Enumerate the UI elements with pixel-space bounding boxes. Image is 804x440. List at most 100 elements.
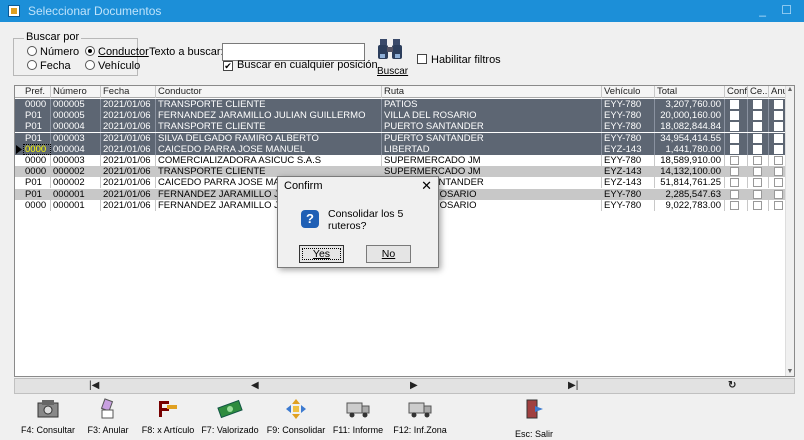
row-checkbox[interactable] (730, 144, 739, 154)
cell-conductor: CAICEDO PARRA JOSE MANUEL (156, 143, 382, 155)
salir-button[interactable]: Esc: Salir (504, 396, 564, 439)
row-checkbox[interactable] (774, 167, 783, 177)
row-checkbox[interactable] (753, 122, 762, 132)
checkbox-cell (725, 188, 748, 200)
column-header[interactable]: Ce... (748, 86, 769, 98)
row-checkbox[interactable] (730, 111, 739, 121)
row-checkbox[interactable] (753, 200, 762, 210)
no-button[interactable]: No (366, 245, 411, 263)
current-row-arrow-icon (15, 144, 23, 155)
row-checkbox[interactable] (774, 144, 783, 154)
anular-button[interactable]: F3: Anular (78, 396, 138, 435)
cell-pref: 0000 (23, 143, 51, 155)
consolidar-button[interactable]: F9: Consolidar (266, 396, 326, 435)
window-controls[interactable]: _ ☐ (759, 3, 798, 17)
column-header[interactable]: Conf... (725, 86, 748, 98)
row-checkbox[interactable] (774, 122, 783, 132)
cell-vehiculo: EYY-780 (602, 132, 655, 144)
cell-total: 18,589,910.00 (655, 155, 725, 166)
radio-conductor[interactable]: Conductor (85, 45, 149, 59)
column-header[interactable]: Número (51, 86, 101, 98)
column-header[interactable]: Conductor (156, 86, 382, 98)
key-icon (159, 401, 177, 417)
cell-num: 000001 (51, 188, 101, 200)
row-checkbox[interactable] (730, 167, 739, 177)
row-checkbox[interactable] (730, 200, 739, 210)
table-row[interactable]: 0000 000004 2021/01/06 CAICEDO PARRA JOSE M… (15, 143, 794, 155)
cell-vehiculo: EYY-780 (602, 99, 655, 110)
row-checkbox[interactable] (730, 178, 739, 188)
scroll-down-icon[interactable]: ▼ (786, 368, 794, 375)
row-checkbox[interactable] (774, 133, 783, 143)
column-header[interactable]: Pref. (23, 86, 51, 98)
column-header[interactable]: Ruta (382, 86, 602, 98)
informe-button[interactable]: F11: Informe (328, 396, 388, 435)
table-row[interactable]: 0000 000005 2021/01/06 TRANSPORTE CLIENTE PA… (15, 99, 794, 110)
checkbox-cell (748, 99, 769, 110)
cell-fecha: 2021/01/06 (101, 166, 156, 178)
table-row[interactable]: P01 000003 2021/01/06 SILVA DELGADO RAMIRO … (15, 132, 794, 144)
yes-button[interactable]: Yes (299, 245, 344, 263)
row-checkbox[interactable] (774, 156, 783, 165)
search-anywhere-checkbox[interactable]: ✔ Buscar en cualquier posición (223, 58, 378, 72)
cell-num: 000002 (51, 177, 101, 189)
row-checkbox[interactable] (730, 122, 739, 132)
cell-ruta: PATIOS (382, 99, 602, 110)
row-checkbox[interactable] (774, 100, 783, 109)
row-checkbox[interactable] (774, 189, 783, 199)
close-icon[interactable]: ✕ (421, 178, 432, 194)
buscar-button[interactable]: Buscar (377, 66, 408, 77)
binoculars-icon[interactable] (377, 36, 403, 62)
row-checkbox[interactable] (730, 156, 739, 165)
row-checkbox[interactable] (730, 100, 739, 109)
checkbox-cell (748, 143, 769, 155)
next-record-icon[interactable]: ▶ (410, 380, 418, 391)
column-header[interactable]: Vehículo (602, 86, 655, 98)
row-checkbox[interactable] (753, 133, 762, 143)
row-checkbox[interactable] (753, 100, 762, 109)
cell-fecha: 2021/01/06 (101, 177, 156, 189)
row-checkbox[interactable] (774, 178, 783, 188)
eraser-icon (100, 398, 114, 419)
radio-vehiculo[interactable]: Vehículo (85, 59, 140, 73)
table-row[interactable]: P01 000005 2021/01/06 FERNANDEZ JARAMILLO J… (15, 110, 794, 122)
truck-zone-icon (408, 402, 432, 418)
cell-num: 000004 (51, 121, 101, 133)
prev-record-icon[interactable]: ◀ (251, 380, 259, 391)
row-checkbox[interactable] (730, 133, 739, 143)
table-row[interactable]: P01 000004 2021/01/06 TRANSPORTE CLIENTE PUE… (15, 121, 794, 133)
inf-zona-button[interactable]: F12: Inf.Zona (390, 396, 450, 435)
record-navigator: |◀ ◀ ▶ ▶| ↻ (14, 378, 795, 394)
truck-icon (346, 402, 370, 418)
radio-fecha[interactable]: Fecha (27, 59, 71, 73)
cell-fecha: 2021/01/06 (101, 99, 156, 110)
cell-pref: P01 (23, 110, 51, 122)
cell-total: 51,814,761.25 (655, 177, 725, 189)
valorizado-button[interactable]: F7: Valorizado (200, 396, 260, 435)
checkbox-cell (725, 132, 748, 144)
cell-num: 000002 (51, 166, 101, 178)
row-checkbox[interactable] (774, 200, 783, 210)
row-checkbox[interactable] (753, 156, 762, 165)
checkbox-cell (725, 166, 748, 178)
scroll-up-icon[interactable]: ▲ (786, 86, 794, 93)
column-header[interactable]: Total (655, 86, 725, 98)
radio-numero[interactable]: Número (27, 45, 79, 59)
table-row[interactable]: 0000 000003 2021/01/06 COMERCIALIZADORA ASI… (15, 155, 794, 166)
row-checkbox[interactable] (753, 111, 762, 121)
row-checkbox[interactable] (730, 189, 739, 199)
row-checkbox[interactable] (753, 144, 762, 154)
last-record-icon[interactable]: ▶| (568, 380, 578, 391)
row-checkbox[interactable] (753, 189, 762, 199)
consultar-button[interactable]: F4: Consultar (18, 396, 78, 435)
vertical-scrollbar[interactable]: ▲ ▼ (785, 86, 794, 376)
row-checkbox[interactable] (753, 167, 762, 177)
refresh-icon[interactable]: ↻ (728, 380, 736, 391)
column-header[interactable]: Fecha (101, 86, 156, 98)
cell-fecha: 2021/01/06 (101, 110, 156, 122)
row-checkbox[interactable] (774, 111, 783, 121)
x-articulo-button[interactable]: F8: x Artículo (138, 396, 198, 435)
row-checkbox[interactable] (753, 178, 762, 188)
first-record-icon[interactable]: |◀ (89, 380, 99, 391)
filters-checkbox[interactable]: Habilitar filtros (417, 53, 501, 67)
